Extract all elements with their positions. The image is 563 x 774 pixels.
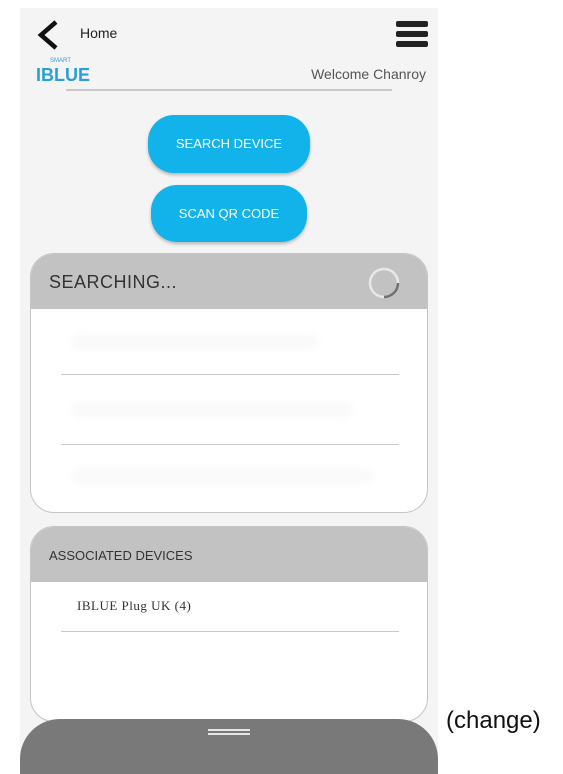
redacted-device-row [71, 334, 319, 350]
iblue-logo: SMART IBLUE [36, 58, 90, 84]
redacted-device-row [71, 468, 373, 484]
back-arrow-icon[interactable] [36, 20, 60, 50]
row-separator [61, 444, 399, 445]
change-annotation: (change) [446, 707, 541, 734]
svg-text:IBLUE: IBLUE [36, 65, 90, 84]
associated-devices-header: ASSOCIATED DEVICES [31, 527, 427, 582]
row-separator [61, 374, 399, 375]
associated-devices-title: ASSOCIATED DEVICES [49, 548, 193, 563]
associated-devices-card: ASSOCIATED DEVICES IBLUE Plug UK (4) [30, 526, 428, 722]
bottom-drawer[interactable] [20, 719, 438, 774]
page-title: Home [80, 25, 118, 41]
svg-text:SMART: SMART [50, 58, 71, 64]
search-device-button[interactable]: SEARCH DEVICE [148, 115, 310, 173]
welcome-text: Welcome Chanroy [311, 66, 426, 82]
app-screen: Home SMART IBLUE Welcome Chanroy SEARCH … [20, 8, 438, 774]
header-divider [66, 89, 392, 91]
redacted-device-row [71, 402, 353, 418]
drag-handle-icon[interactable] [208, 729, 250, 737]
searching-card: SEARCHING... [30, 253, 428, 513]
hamburger-menu-icon[interactable] [396, 21, 428, 49]
row-separator [61, 631, 399, 632]
searching-label: SEARCHING... [49, 272, 178, 292]
device-item[interactable]: IBLUE Plug UK (4) [77, 598, 191, 614]
searching-card-header: SEARCHING... [31, 254, 427, 309]
loading-spinner-icon [368, 267, 400, 299]
scan-qr-code-button[interactable]: SCAN QR CODE [151, 185, 307, 242]
